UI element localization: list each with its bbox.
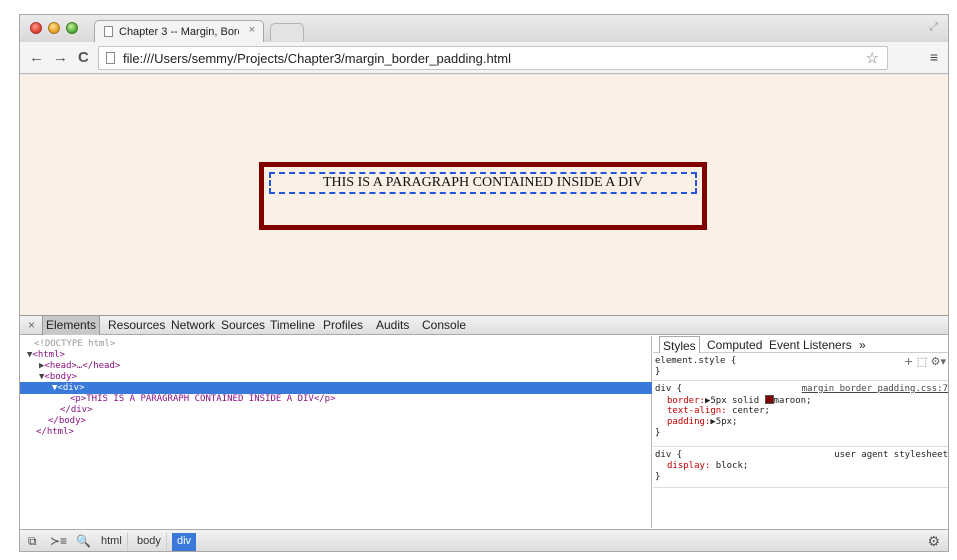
display-prop-name: display: (667, 461, 711, 471)
dom-div-tag: <div> (57, 383, 85, 393)
elements-tree: <!DOCTYPE html> ▼<html> ▶<head>…</head> … (20, 336, 652, 528)
div-user-agent-rule: div { user agent stylesheet display: blo… (653, 448, 948, 488)
rule-close-brace: } (655, 367, 661, 377)
border-color-value: maroon; (773, 396, 812, 406)
dom-html-tag: <html> (32, 350, 65, 360)
text-align-declaration[interactable]: text-align: center; (667, 406, 770, 417)
text-align-prop-value: center; (732, 406, 770, 416)
dock-icon[interactable]: ⧉ (28, 534, 37, 549)
tab-profiles[interactable]: Profiles (323, 318, 363, 332)
border-declaration[interactable]: border:▶5px solid maroon; (667, 395, 811, 406)
display-prop-value: block; (715, 461, 749, 471)
padding-prop-value: ▶5px; (710, 417, 738, 427)
dom-body-tag: <body> (44, 372, 77, 382)
padding-declaration[interactable]: padding:▶5px; (667, 417, 737, 428)
browser-toolbar: ← → C file:///Users/semmy/Projects/Chapt… (20, 42, 948, 74)
gear-icon[interactable]: ⚙ (927, 533, 940, 550)
close-window-button[interactable] (30, 22, 42, 34)
breadcrumb-body[interactable]: body (132, 533, 167, 551)
tab-network[interactable]: Network (171, 318, 215, 332)
ua-source-label: user agent stylesheet (834, 450, 948, 460)
padding-prop-name: padding: (667, 417, 711, 427)
tab-timeline[interactable]: Timeline (270, 318, 315, 332)
new-tab-button[interactable] (270, 23, 304, 41)
tab-event-listeners[interactable]: Event Listeners (769, 338, 852, 352)
breadcrumb-div[interactable]: div (172, 533, 197, 551)
page-icon (106, 52, 115, 64)
div-author-rule: div { margin_border_padding.css:7 border… (653, 382, 948, 447)
tab-sources[interactable]: Sources (221, 318, 265, 332)
tab-strip: Chapter 3 -- Margin, Bord × ⤢ (20, 15, 948, 43)
search-icon[interactable]: 🔍 (76, 534, 91, 548)
minimize-window-button[interactable] (48, 22, 60, 34)
demo-paragraph: THIS IS A PARAGRAPH CONTAINED INSIDE A D… (269, 172, 697, 194)
menu-button[interactable]: ≡ (930, 49, 938, 65)
tab-resources[interactable]: Resources (108, 318, 165, 332)
border-prop-name: border: (667, 396, 705, 406)
css-source-link[interactable]: margin_border_padding.css:7 (802, 384, 948, 394)
tab-audits[interactable]: Audits (376, 318, 409, 332)
styles-sidebar: Styles Computed Event Listeners » + ⬚ ⚙▾… (653, 336, 948, 542)
border-prop-value: ▶5px solid (704, 396, 760, 406)
demo-div: THIS IS A PARAGRAPH CONTAINED INSIDE A D… (259, 162, 707, 230)
element-style-rule: element.style { } (653, 354, 948, 381)
rule-close-brace: } (655, 472, 661, 482)
tab-title: Chapter 3 -- Margin, Bord (119, 26, 239, 38)
devtools-close-icon[interactable]: × (28, 318, 35, 332)
page-viewport: THIS IS A PARAGRAPH CONTAINED INSIDE A D… (20, 75, 948, 315)
tab-elements[interactable]: Elements (42, 316, 101, 335)
rule-close-brace: } (655, 428, 661, 438)
address-bar[interactable]: file:///Users/semmy/Projects/Chapter3/ma… (98, 46, 888, 70)
tab-console[interactable]: Console (422, 318, 466, 332)
console-drawer-icon[interactable]: ≻≡ (50, 534, 67, 548)
url-text[interactable]: file:///Users/semmy/Projects/Chapter3/ma… (123, 51, 511, 66)
devtools-panel: × Elements Resources Network Sources Tim… (20, 315, 948, 551)
div-selector[interactable]: div { (655, 384, 682, 395)
bookmark-star-icon[interactable]: ☆ (866, 49, 879, 67)
dom-p-node[interactable]: <p>THIS IS A PARAGRAPH CONTAINED INSIDE … (70, 393, 336, 405)
devtools-status-bar: ⧉ ≻≡ 🔍 html body div ⚙ (20, 529, 948, 551)
tab-styles[interactable]: Styles (659, 336, 700, 353)
display-declaration: display: block; (667, 461, 748, 472)
more-tabs-icon[interactable]: » (859, 338, 866, 352)
dom-head-tag: <head>…</head> (44, 361, 121, 371)
devtools-tabs: × Elements Resources Network Sources Tim… (20, 316, 948, 335)
dom-html-close[interactable]: </html> (36, 426, 74, 438)
dom-p-line: <p>THIS IS A PARAGRAPH CONTAINED INSIDE … (70, 394, 336, 404)
styles-tabs: Styles Computed Event Listeners » (653, 336, 948, 353)
zoom-window-button[interactable] (66, 22, 78, 34)
document-icon (104, 26, 113, 37)
browser-window: Chapter 3 -- Margin, Bord × ⤢ ← → C file… (19, 14, 949, 552)
reload-button[interactable]: C (78, 49, 89, 66)
tab-computed[interactable]: Computed (707, 338, 762, 352)
forward-button[interactable]: → (53, 49, 68, 66)
div-ua-selector: div { (655, 450, 683, 460)
back-button[interactable]: ← (29, 49, 44, 66)
browser-tab[interactable]: Chapter 3 -- Margin, Bord × (94, 20, 264, 43)
fullscreen-icon[interactable]: ⤢ (929, 21, 938, 34)
color-swatch-icon[interactable] (764, 395, 774, 404)
text-align-prop-name: text-align: (667, 406, 727, 416)
breadcrumb-html[interactable]: html (96, 533, 128, 551)
element-style-selector[interactable]: element.style { (655, 356, 736, 367)
tab-close-icon[interactable]: × (249, 24, 255, 36)
